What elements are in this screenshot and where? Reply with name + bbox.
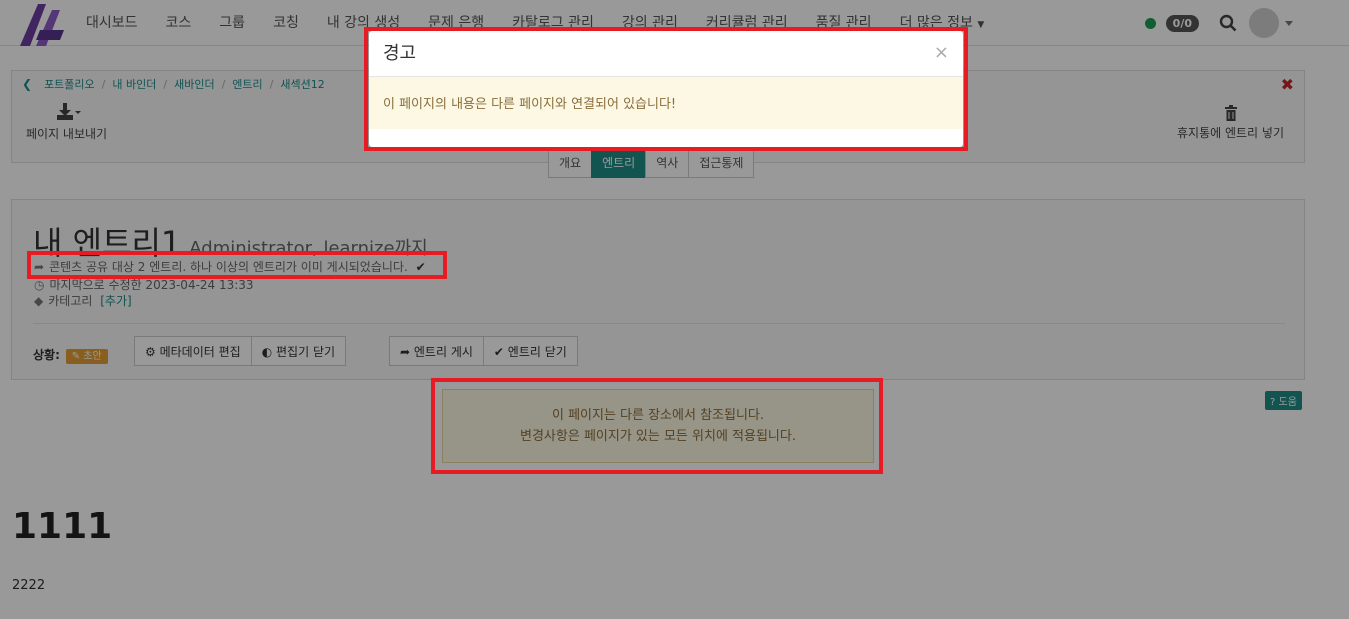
close-icon[interactable]: ×: [934, 42, 949, 63]
modal-title: 경고: [383, 43, 417, 64]
modal-message: 이 페이지의 내용은 다른 페이지와 연결되어 있습니다!: [369, 77, 963, 129]
warning-modal: 경고 × 이 페이지의 내용은 다른 페이지와 연결되어 있습니다!: [369, 31, 963, 147]
modal-header: 경고 ×: [369, 31, 963, 77]
page: 대시보드 코스 그룹 코칭 내 강의 생성 문제 은행 카탈로그 관리 강의 관…: [0, 0, 1349, 619]
